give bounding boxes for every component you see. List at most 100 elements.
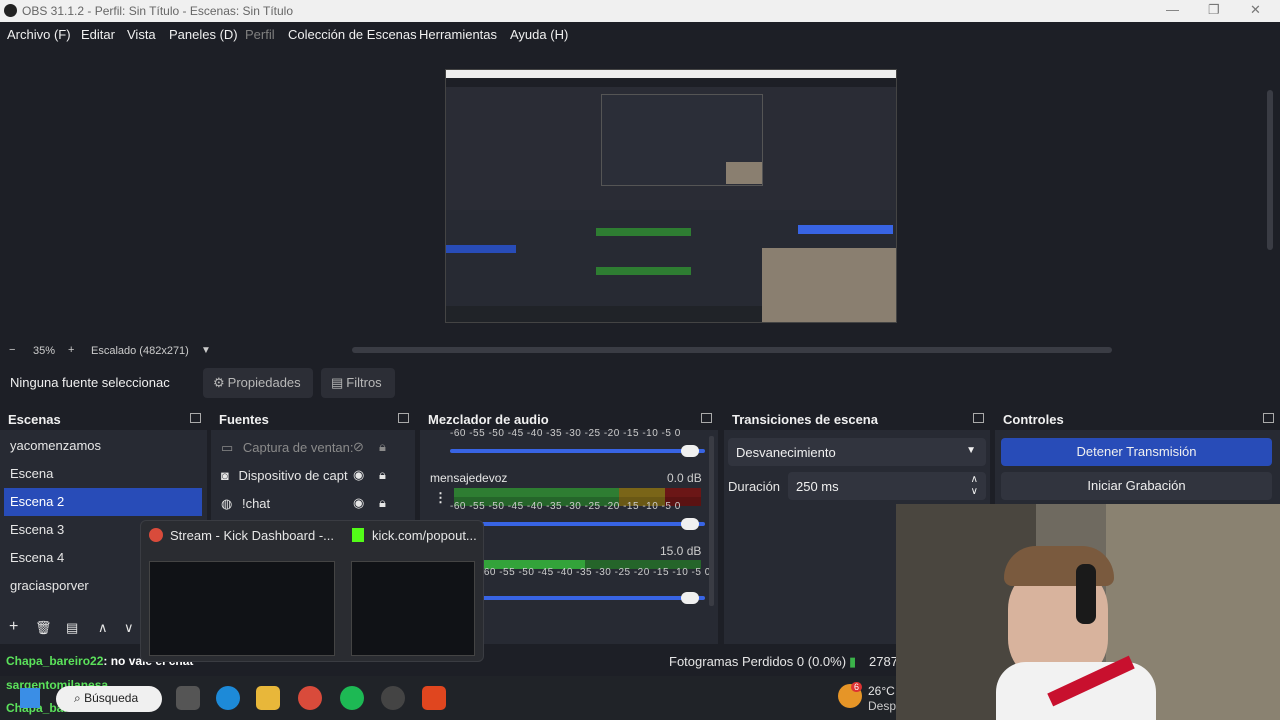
duration-label: Duración	[728, 479, 781, 494]
nested-webcam-large	[762, 248, 896, 322]
menu-coleccion-escenas[interactable]: Colección de Escenas	[288, 27, 417, 42]
taskbar-search[interactable]: ⌕ Búsqueda	[56, 686, 162, 712]
move-scene-up-button[interactable]: ∧	[98, 620, 108, 636]
window-title[interactable]: kick.com/popout...	[372, 528, 477, 543]
gear-icon: ⚙	[213, 375, 225, 390]
transitions-header: Transiciones de escena	[724, 408, 990, 430]
add-scene-button[interactable]: +	[9, 618, 18, 636]
chevron-down-icon[interactable]: ∨	[971, 486, 978, 497]
menu-editar[interactable]: Editar	[81, 27, 115, 42]
scaling-label: Escalado (482x271)	[91, 345, 189, 357]
source-label: Dispositivo de capt	[238, 468, 348, 483]
undock-icon[interactable]	[190, 413, 201, 423]
remove-scene-button[interactable]: 🗑	[35, 620, 52, 636]
zoom-percent: 35%	[33, 345, 56, 357]
window-thumbnail[interactable]	[149, 561, 335, 656]
preview-vertical-scrollbar[interactable]	[1267, 90, 1273, 250]
stop-streaming-button[interactable]: Detener Transmisión	[1001, 438, 1272, 466]
volume-knob[interactable]	[681, 518, 699, 530]
properties-button[interactable]: ⚙ Propiedades	[203, 368, 313, 398]
headset	[1076, 564, 1096, 624]
eye-icon[interactable]: ◉	[353, 467, 364, 483]
mixer-title: Mezclador de audio	[428, 412, 549, 427]
volume-slider[interactable]	[480, 596, 705, 600]
undock-icon[interactable]	[973, 413, 984, 423]
windows-start-icon[interactable]	[20, 688, 40, 708]
properties-label: Propiedades	[227, 375, 301, 390]
maximize-button[interactable]: ❐	[1208, 2, 1220, 18]
lock-icon[interactable]: 🔒︎	[379, 495, 386, 511]
obs-taskbar-icon[interactable]	[381, 686, 405, 710]
menu-archivo[interactable]: Archivo (F)	[7, 27, 71, 42]
source-label: Captura de ventan:	[242, 440, 354, 455]
window-title[interactable]: Stream - Kick Dashboard -...	[170, 528, 334, 543]
transition-type-value: Desvanecimiento	[736, 445, 836, 460]
source-item[interactable]: ◙ Dispositivo de capt ◉ 🔒︎	[211, 462, 415, 490]
no-source-label: Ninguna fuente seleccionac	[10, 375, 170, 390]
scene-item[interactable]: yacomenzamos	[0, 432, 207, 460]
duration-value: 250 ms	[796, 479, 839, 494]
mixer-scrollbar[interactable]	[709, 436, 714, 606]
task-view-icon[interactable]	[176, 686, 200, 710]
scene-item-selected[interactable]: Escena 2	[4, 488, 202, 516]
search-label: Búsqueda	[84, 691, 139, 705]
sources-header: Fuentes	[211, 408, 415, 430]
preview-canvas[interactable]	[445, 69, 897, 323]
chevron-up-icon[interactable]: ∧	[971, 474, 978, 485]
scene-filters-button[interactable]: ▤	[66, 620, 78, 636]
close-button[interactable]: ✕	[1250, 2, 1261, 18]
scene-item[interactable]: Escena	[0, 460, 207, 488]
zoom-out-button[interactable]: −	[9, 344, 15, 356]
move-scene-down-button[interactable]: ∨	[124, 620, 134, 636]
edge-icon[interactable]	[216, 686, 240, 710]
start-recording-button[interactable]: Iniciar Grabación	[1001, 472, 1272, 500]
transitions-title: Transiciones de escena	[732, 412, 878, 427]
scaling-dropdown-icon[interactable]: ▼	[201, 345, 211, 356]
minimize-button[interactable]: —	[1166, 2, 1179, 17]
brave-icon[interactable]	[422, 686, 446, 710]
lock-icon[interactable]: 🔒︎	[379, 467, 386, 483]
meter-red	[665, 488, 701, 497]
lock-icon[interactable]: 🔒︎	[379, 439, 386, 455]
obs-logo-icon	[4, 4, 17, 17]
zoom-in-button[interactable]: +	[68, 344, 74, 356]
title-bar: OBS 31.1.2 - Perfil: Sin Título - Escena…	[0, 0, 1280, 22]
file-explorer-icon[interactable]	[256, 686, 280, 710]
nested-menubar	[446, 78, 896, 87]
transition-type-select[interactable]: Desvanecimiento ▼	[728, 438, 986, 466]
filters-button[interactable]: ▤ Filtros	[321, 368, 395, 398]
spotify-icon[interactable]	[340, 686, 364, 710]
source-item[interactable]: ◍ !chat ◉ 🔒︎	[211, 490, 415, 518]
filter-icon: ▤	[331, 375, 344, 390]
menu-perfil[interactable]: Perfil	[245, 27, 275, 42]
window-thumbnail[interactable]	[351, 561, 475, 656]
volume-knob[interactable]	[681, 592, 699, 604]
volume-slider[interactable]	[450, 522, 705, 526]
controls-header: Controles	[995, 408, 1280, 430]
channel-menu-icon[interactable]: ⋮	[434, 490, 447, 506]
menu-ayuda[interactable]: Ayuda (H)	[510, 27, 568, 42]
duration-spinbox[interactable]: 250 ms ∧ ∨	[788, 472, 986, 500]
volume-knob[interactable]	[681, 445, 699, 457]
menu-vista[interactable]: Vista	[127, 27, 156, 42]
menu-herramientas[interactable]: Herramientas	[419, 27, 497, 42]
undock-icon[interactable]	[1263, 413, 1274, 423]
eye-icon[interactable]: ◉	[353, 495, 364, 511]
meter-scale: -60 -55 -50 -45 -40 -35 -30 -25 -20 -15 …	[450, 501, 681, 512]
eye-hidden-icon[interactable]: ⊘	[353, 439, 364, 455]
weather-temp: 26°C	[868, 684, 895, 698]
preview-horizontal-scrollbar[interactable]	[352, 347, 1112, 353]
undock-icon[interactable]	[701, 413, 712, 423]
dropped-frames: Fotogramas Perdidos 0 (0.0%)	[669, 654, 847, 669]
chrome-icon[interactable]	[298, 686, 322, 710]
controls-title: Controles	[1003, 412, 1064, 427]
window-capture-icon: ▭	[221, 440, 234, 455]
volume-slider[interactable]	[450, 449, 705, 453]
menu-paneles[interactable]: Paneles (D)	[169, 27, 238, 42]
search-icon: ⌕	[74, 691, 81, 705]
chat-user: Chapa_bareiro22	[6, 654, 104, 668]
channel-db: 0.0 dB	[667, 471, 702, 485]
undock-icon[interactable]	[398, 413, 409, 423]
sources-title: Fuentes	[219, 412, 269, 427]
source-item[interactable]: ▭ Captura de ventan: ⊘ 🔒︎	[211, 434, 415, 462]
